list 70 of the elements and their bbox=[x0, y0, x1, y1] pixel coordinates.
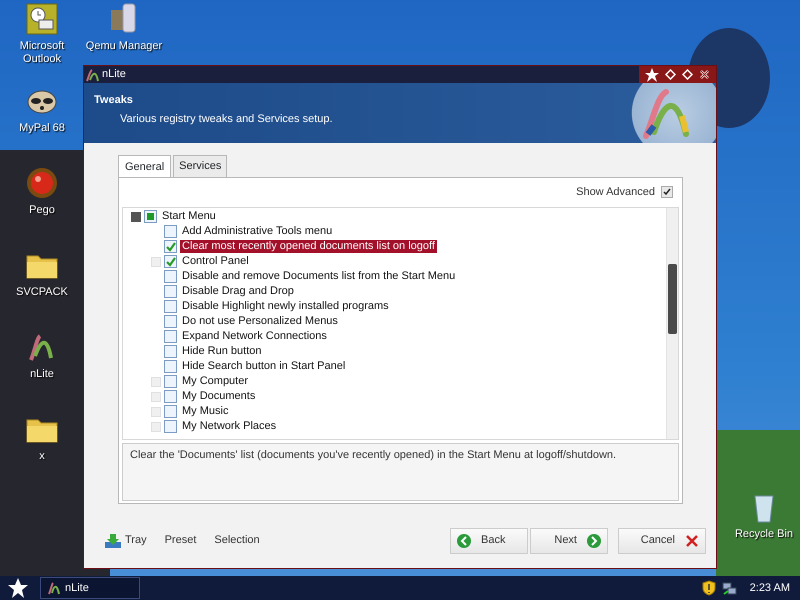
nlite-logo-icon bbox=[84, 68, 102, 82]
tree-checkbox[interactable] bbox=[144, 210, 157, 224]
icon-label[interactable]: nLite bbox=[30, 368, 54, 381]
tree-item[interactable]: My Computer bbox=[180, 375, 250, 388]
footer-link[interactable]: Selection bbox=[214, 532, 260, 549]
icon-label[interactable]: Microsoft Outlook bbox=[0, 40, 84, 66]
window-title: nLite bbox=[102, 67, 126, 82]
tree-checkbox[interactable] bbox=[164, 255, 177, 268]
tree-checkbox[interactable] bbox=[164, 345, 177, 358]
clock[interactable]: 2:23 AM bbox=[750, 580, 790, 596]
tree-checkbox[interactable] bbox=[164, 390, 177, 404]
tab[interactable]: Services bbox=[173, 155, 228, 176]
footer-link[interactable]: Preset bbox=[164, 532, 196, 549]
start-button[interactable] bbox=[6, 577, 30, 599]
tree-item[interactable]: Add Administrative Tools menu bbox=[180, 225, 334, 238]
icon-label[interactable]: Pego bbox=[29, 204, 55, 217]
close-icon bbox=[685, 534, 699, 548]
header-subtitle: Various registry tweaks and Services setup. bbox=[119, 112, 333, 126]
tree-checkbox[interactable] bbox=[164, 420, 177, 434]
next-button[interactable]: Next bbox=[530, 528, 608, 554]
tree-checkbox[interactable] bbox=[164, 315, 177, 328]
tray-button[interactable]: Tray bbox=[104, 532, 147, 549]
maximize-button[interactable] bbox=[682, 69, 693, 80]
show-advanced-label: Show Advanced bbox=[576, 185, 655, 200]
scrollbar[interactable] bbox=[666, 208, 678, 439]
tree-item[interactable]: Control Panel bbox=[180, 255, 251, 268]
tree-checkbox[interactable] bbox=[164, 375, 177, 388]
collapse-button[interactable] bbox=[131, 212, 141, 222]
cancel-button[interactable]: Cancel bbox=[618, 528, 706, 554]
header-title: Tweaks bbox=[94, 93, 134, 108]
nlite-logo-icon bbox=[47, 581, 61, 595]
tree-checkbox[interactable] bbox=[164, 300, 177, 314]
minimize-button[interactable] bbox=[665, 69, 676, 80]
tree-item[interactable]: Disable Drag and Drop bbox=[180, 285, 296, 298]
show-advanced-checkbox[interactable] bbox=[661, 186, 673, 198]
tree-item[interactable]: Disable Highlight newly installed programs bbox=[180, 300, 391, 314]
tree-item[interactable]: Hide Run button bbox=[180, 345, 264, 358]
tree-item[interactable]: My Documents bbox=[180, 390, 258, 404]
tree-item[interactable]: Hide Search button in Start Panel bbox=[180, 360, 348, 374]
star-icon[interactable] bbox=[645, 68, 659, 82]
icon-label[interactable]: Recycle Bin bbox=[734, 528, 794, 541]
tab[interactable]: General bbox=[118, 155, 172, 178]
tree-checkbox[interactable] bbox=[164, 330, 177, 344]
tree-checkbox[interactable] bbox=[164, 360, 177, 374]
tree-item[interactable]: Expand Network Connections bbox=[180, 330, 329, 344]
icon-label[interactable]: x bbox=[39, 450, 45, 463]
tree-checkbox[interactable] bbox=[164, 285, 177, 298]
description-text: Clear the 'Documents' list (documents you've recently opened) in the Start Menu at logoff/shutdown. bbox=[122, 442, 679, 500]
taskbar-button[interactable]: nLite bbox=[40, 577, 140, 599]
icon-label[interactable]: MyPal 68 bbox=[19, 122, 65, 135]
tree-checkbox[interactable] bbox=[164, 225, 177, 238]
network-icon[interactable] bbox=[722, 580, 738, 596]
tree-item[interactable]: Do not use Personalized Menus bbox=[180, 315, 340, 328]
close-button[interactable] bbox=[699, 69, 710, 80]
tree-checkbox[interactable] bbox=[164, 240, 177, 254]
scrollbar-thumb[interactable] bbox=[668, 264, 677, 334]
tree-item[interactable]: Disable and remove Documents list from the Start Menu bbox=[180, 270, 458, 284]
download-tray-icon bbox=[104, 532, 122, 548]
tree-checkbox[interactable] bbox=[164, 270, 177, 284]
tree-item[interactable]: Clear most recently opened documents list on logoff bbox=[180, 240, 437, 254]
tree-item[interactable]: Start Menu bbox=[160, 210, 218, 224]
shield-icon[interactable] bbox=[702, 580, 716, 596]
outlook-icon[interactable] bbox=[25, 2, 59, 36]
tree-item[interactable]: My Music bbox=[180, 405, 230, 418]
icon-label[interactable]: Qemu Manager bbox=[86, 40, 162, 53]
orb-icon[interactable] bbox=[25, 166, 59, 200]
tree-item[interactable]: My Network Places bbox=[180, 420, 278, 434]
tree-checkbox[interactable] bbox=[164, 405, 177, 418]
icon-label[interactable]: SVCPACK bbox=[16, 286, 68, 299]
back-button[interactable]: Back bbox=[450, 528, 528, 554]
